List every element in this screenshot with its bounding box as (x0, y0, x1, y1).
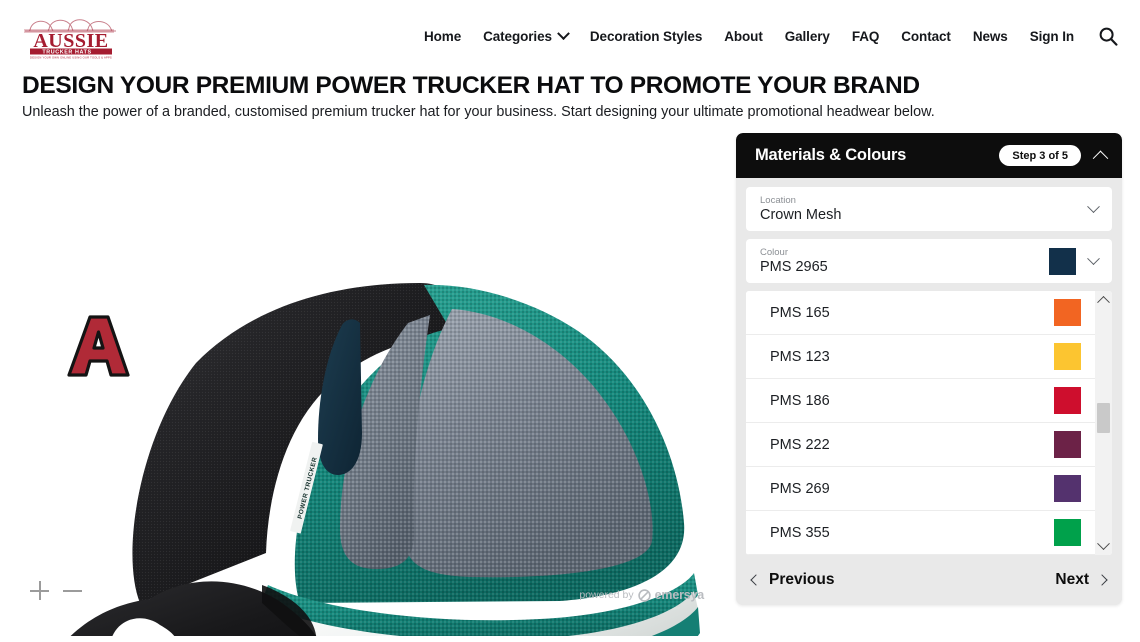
colour-option-name: PMS 269 (770, 480, 830, 497)
nav-item-label: Home (424, 28, 462, 44)
colour-option-swatch (1054, 475, 1081, 503)
nav-item-label: Categories (483, 28, 552, 44)
colour-select-text: Colour PMS 2965 (760, 247, 1049, 277)
previous-button[interactable]: Previous (750, 571, 835, 589)
location-select-text: Location Crown Mesh (760, 195, 1076, 225)
search-icon (1099, 27, 1118, 46)
nav-item-decoration-styles[interactable]: Decoration Styles (590, 29, 702, 44)
powered-by-brand: emersya (654, 588, 705, 603)
powered-by-emersya[interactable]: powered by emersya (579, 588, 704, 602)
colour-option-row[interactable]: PMS 123 (746, 335, 1095, 380)
panel-title: Materials & Colours (755, 146, 907, 165)
colour-options-list[interactable]: PMS 165 PMS 123 PMS 186 PMS 222 PMS 269 PMS 3… (746, 291, 1095, 556)
trucker-hat-3d-render: POWER TRUCKER (70, 283, 700, 637)
nav-item-contact[interactable]: Contact (901, 29, 951, 44)
nav-item-label: FAQ (851, 28, 880, 44)
location-select-label: Location (760, 194, 796, 206)
colour-option-row[interactable]: PMS 222 (746, 423, 1095, 468)
chevron-right-icon (1096, 574, 1108, 586)
nav-item-sign-in[interactable]: Sign In (1030, 29, 1074, 44)
nav-item-label: About (724, 28, 763, 44)
colour-select-label: Colour (760, 246, 788, 258)
configurator-stage: POWER TRUCKER powered by emersya Materia… (0, 133, 1140, 637)
colour-option-name: PMS 186 (770, 392, 830, 409)
nav-item-label: Decoration Styles (589, 28, 703, 44)
next-button-label: Next (1055, 571, 1089, 589)
product-3d-viewer[interactable]: POWER TRUCKER powered by emersya (0, 133, 722, 637)
configurator-panel: Materials & Colours Step 3 of 5 Location… (736, 133, 1122, 606)
location-select-value: Crown Mesh (760, 206, 842, 223)
hat-decal-logo (66, 315, 132, 379)
colour-select[interactable]: Colour PMS 2965 (746, 239, 1112, 284)
letter-a-decal-icon (67, 315, 130, 377)
colour-option-row[interactable]: PMS 355 (746, 511, 1095, 556)
chevron-up-icon[interactable] (1092, 150, 1109, 167)
scroll-up-arrow-icon[interactable] (1097, 296, 1110, 310)
panel-footer: Previous Next (736, 555, 1122, 606)
colour-option-swatch (1054, 431, 1081, 459)
colour-option-row[interactable]: PMS 269 (746, 467, 1095, 512)
hero-section: DESIGN YOUR PREMIUM POWER TRUCKER HAT TO… (0, 72, 1140, 123)
emersya-mark-icon (637, 589, 651, 602)
colour-option-swatch (1054, 387, 1081, 415)
nav-item-gallery[interactable]: Gallery (785, 29, 830, 44)
site-logo[interactable]: AUSSIE TRUCKER HATS DESIGN YOUR OWN ONLI… (22, 12, 122, 60)
scroll-down-arrow-icon[interactable] (1097, 537, 1110, 551)
next-button[interactable]: Next (1055, 571, 1108, 589)
colour-option-name: PMS 222 (770, 436, 830, 453)
plus-icon-vertical (38, 581, 41, 601)
main-navigation: Home Categories Decoration Styles About … (424, 26, 1122, 46)
colour-option-row[interactable]: PMS 165 (746, 291, 1095, 336)
scrollbar-thumb[interactable] (1097, 403, 1110, 434)
nav-item-label: Contact (901, 28, 951, 44)
previous-button-label: Previous (769, 571, 835, 589)
colour-option-name: PMS 355 (770, 524, 830, 541)
minus-icon (63, 589, 82, 592)
zoom-out-button[interactable] (63, 581, 82, 600)
colour-option-name: PMS 123 (770, 348, 830, 365)
nav-item-home[interactable]: Home (424, 29, 461, 44)
page-title: DESIGN YOUR PREMIUM POWER TRUCKER HAT TO… (22, 72, 920, 99)
svg-text:DESIGN YOUR OWN ONLINE USING O: DESIGN YOUR OWN ONLINE USING OUR TOOLS &… (30, 56, 112, 60)
colour-option-swatch (1054, 343, 1081, 371)
chevron-down-icon (1087, 252, 1100, 265)
site-header: AUSSIE TRUCKER HATS DESIGN YOUR OWN ONLI… (0, 0, 1140, 72)
colour-option-row[interactable]: PMS 186 (746, 379, 1095, 424)
colour-select-value: PMS 2965 (760, 258, 828, 275)
zoom-in-button[interactable] (30, 581, 49, 601)
dropdown-scrollbar[interactable] (1095, 291, 1112, 556)
viewer-zoom-controls (30, 581, 82, 601)
chevron-left-icon (750, 574, 762, 586)
powered-by-text: powered by (579, 589, 634, 602)
panel-header[interactable]: Materials & Colours Step 3 of 5 (736, 133, 1122, 179)
location-select[interactable]: Location Crown Mesh (746, 187, 1112, 232)
svg-text:TRUCKER HATS: TRUCKER HATS (42, 50, 91, 56)
step-badge: Step 3 of 5 (999, 145, 1081, 167)
nav-item-label: Sign In (1029, 28, 1074, 44)
chevron-down-icon (557, 26, 570, 40)
nav-item-faq[interactable]: FAQ (851, 28, 880, 44)
colour-select-swatch (1049, 247, 1076, 275)
aussie-trucker-hats-logo-icon: AUSSIE TRUCKER HATS DESIGN YOUR OWN ONLI… (24, 19, 116, 60)
nav-item-about[interactable]: About (724, 28, 763, 44)
colour-option-swatch (1054, 519, 1081, 547)
nav-item-news[interactable]: News (973, 29, 1008, 44)
nav-item-label: Gallery (784, 28, 830, 44)
chevron-down-icon (1087, 200, 1100, 213)
colour-option-swatch (1054, 299, 1081, 327)
page-subtitle: Unleash the power of a branded, customis… (22, 104, 935, 121)
colour-option-name: PMS 165 (770, 304, 830, 321)
nav-item-label: News (972, 28, 1008, 44)
nav-item-categories[interactable]: Categories (483, 26, 570, 44)
panel-body: Location Crown Mesh Colour PMS 2965 PMS … (736, 178, 1122, 556)
search-button[interactable] (1098, 26, 1118, 46)
colour-options-dropdown[interactable]: PMS 165 PMS 123 PMS 186 PMS 222 PMS 269 PMS 3… (746, 291, 1112, 556)
